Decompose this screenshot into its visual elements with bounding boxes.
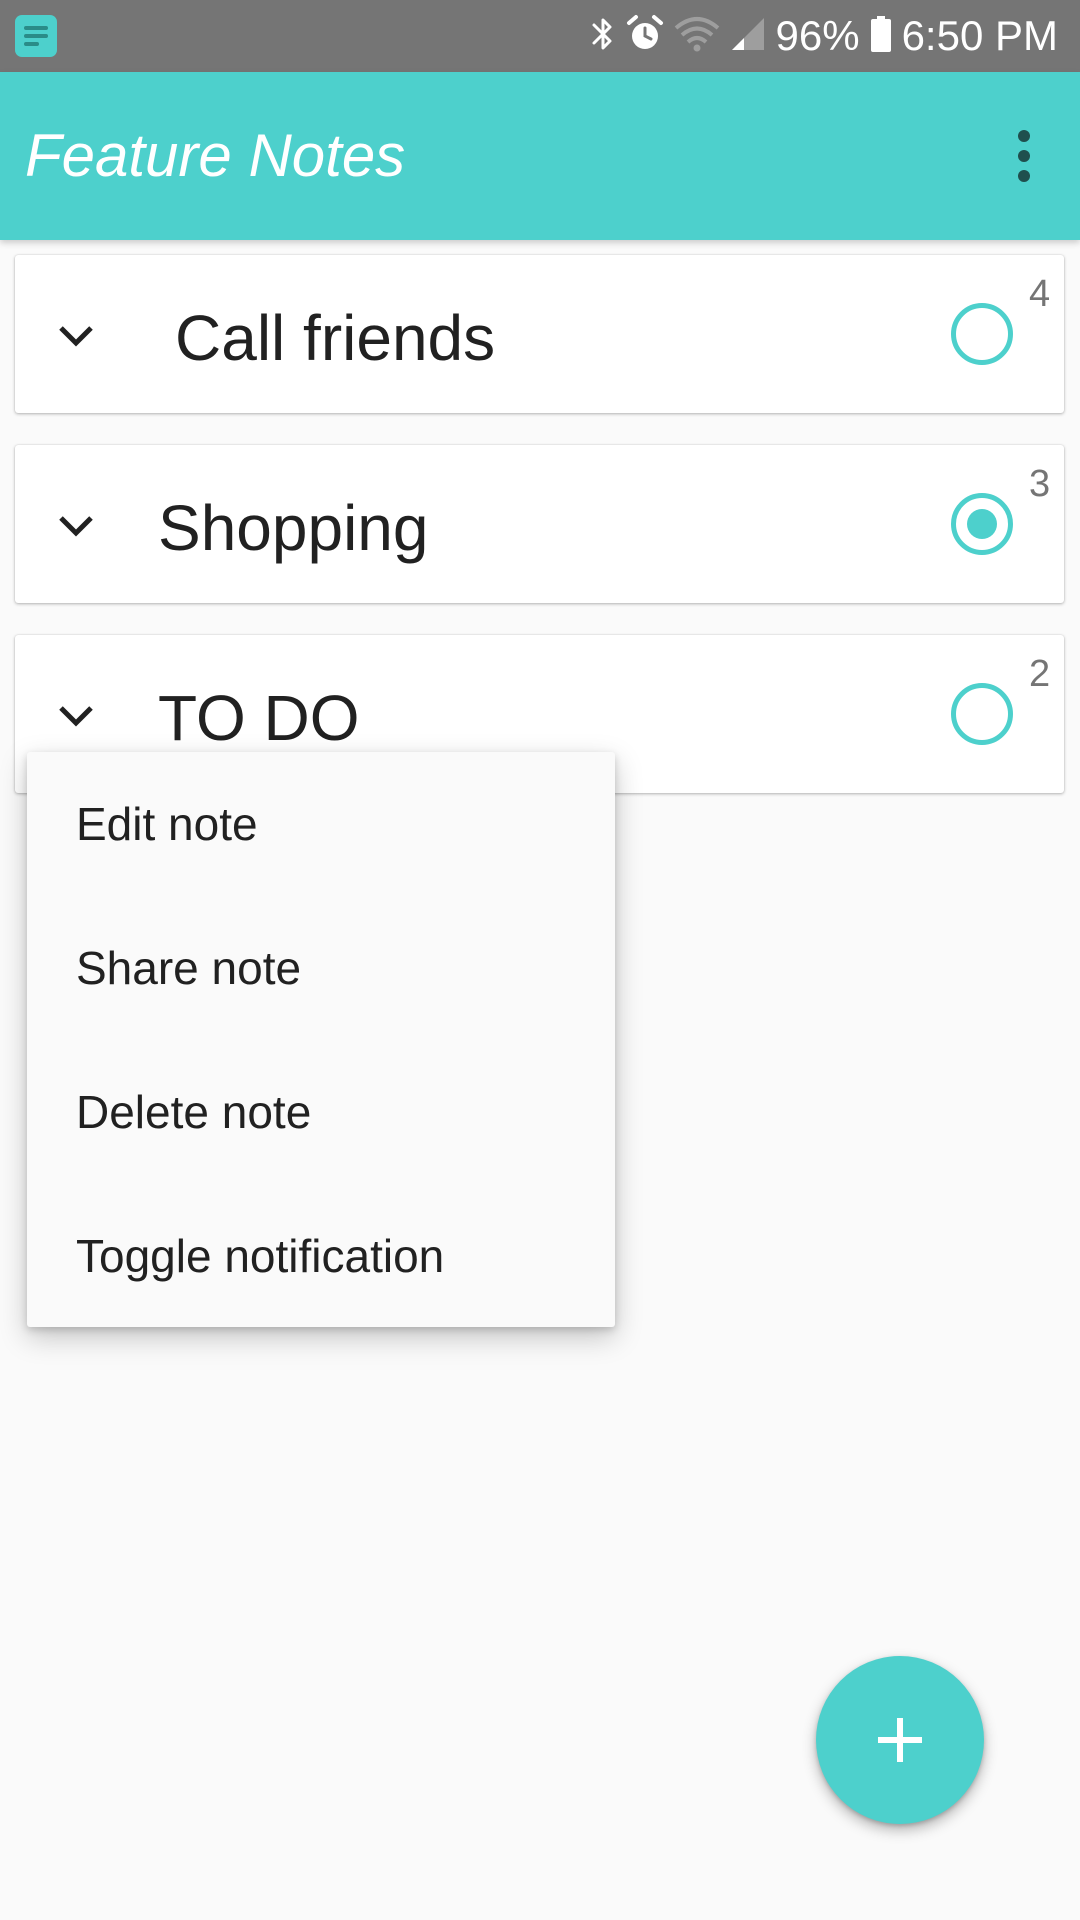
note-radio-button[interactable] bbox=[951, 683, 1013, 745]
menu-item-share-note[interactable]: Share note bbox=[27, 896, 615, 1040]
battery-icon bbox=[870, 14, 892, 59]
bluetooth-icon bbox=[590, 14, 616, 59]
status-bar: 96% 6:50 PM bbox=[0, 0, 1080, 72]
wifi-icon bbox=[674, 14, 720, 59]
expand-chevron-icon[interactable] bbox=[53, 693, 99, 739]
note-count: 3 bbox=[1029, 463, 1051, 505]
status-icons: 96% 6:50 PM bbox=[590, 0, 1058, 72]
signal-icon bbox=[730, 14, 766, 59]
status-clock: 6:50 PM bbox=[901, 12, 1058, 59]
note-radio-button[interactable] bbox=[951, 493, 1013, 555]
note-title: Call friends bbox=[175, 302, 496, 374]
note-card-call-friends[interactable]: Call friends 4 bbox=[15, 255, 1064, 413]
expand-chevron-icon[interactable] bbox=[53, 503, 99, 549]
battery-percent: 96% bbox=[775, 12, 860, 59]
menu-item-delete-note[interactable]: Delete note bbox=[27, 1040, 615, 1184]
notes-app-icon bbox=[15, 15, 57, 57]
plus-icon bbox=[874, 1714, 926, 1766]
note-card-shopping[interactable]: Shopping 3 bbox=[15, 445, 1064, 603]
alarm-icon bbox=[626, 14, 664, 59]
add-note-button[interactable] bbox=[816, 1656, 984, 1824]
more-options-button[interactable] bbox=[994, 126, 1054, 186]
note-radio-button[interactable] bbox=[951, 303, 1013, 365]
note-count: 4 bbox=[1029, 273, 1051, 315]
note-count: 2 bbox=[1029, 653, 1051, 695]
screen: 96% 6:50 PM Feature Notes Call friends 4… bbox=[0, 0, 1080, 1920]
expand-chevron-icon[interactable] bbox=[53, 313, 99, 359]
app-bar: Feature Notes bbox=[0, 72, 1080, 240]
app-title: Feature Notes bbox=[25, 122, 406, 189]
note-title: Shopping bbox=[158, 492, 429, 564]
menu-item-toggle-notification[interactable]: Toggle notification bbox=[27, 1184, 615, 1328]
menu-item-edit-note[interactable]: Edit note bbox=[27, 752, 615, 896]
note-context-menu: Edit note Share note Delete note Toggle … bbox=[27, 752, 615, 1327]
